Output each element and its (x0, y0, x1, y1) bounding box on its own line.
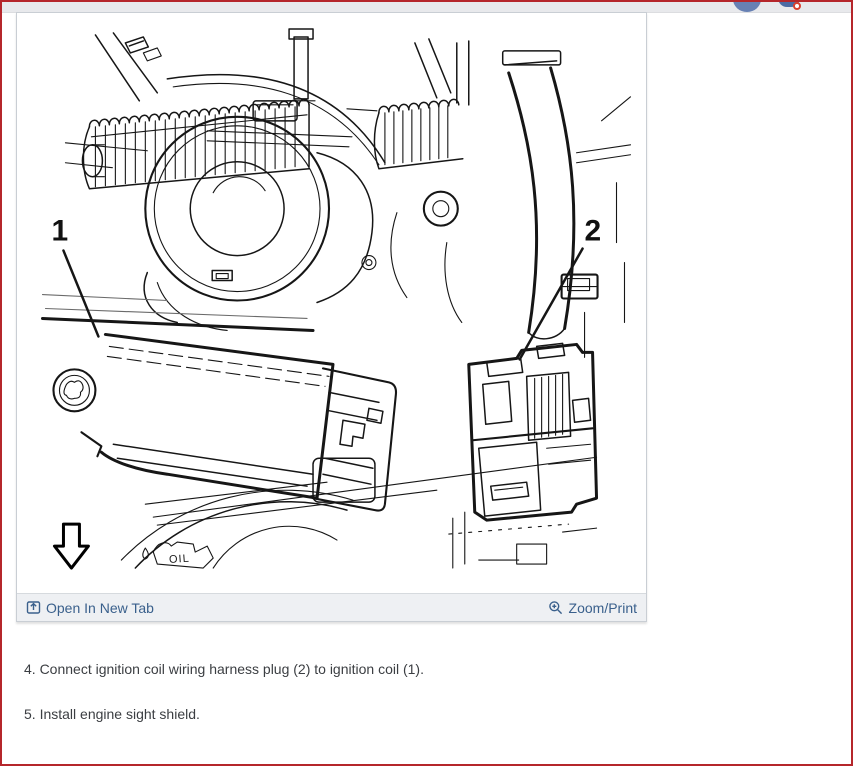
notification-badge (793, 2, 801, 10)
page: 1 2 OIL Open In New Tab Zoom/Print 4. Co… (0, 0, 853, 766)
step-4: 4. Connect ignition coil wiring harness … (24, 661, 424, 677)
engine-diagram-image: 1 2 OIL (17, 13, 646, 593)
avatar-icon[interactable] (733, 2, 761, 12)
zoom-icon (548, 600, 562, 614)
open-in-new-tab-label: Open In New Tab (46, 599, 154, 616)
zoom-print-link[interactable]: Zoom/Print (548, 600, 637, 616)
instruction-steps: 4. Connect ignition coil wiring harness … (24, 661, 814, 750)
oil-label: OIL (169, 553, 190, 566)
callout-1: 1 (51, 215, 68, 248)
figure-widget: 1 2 OIL Open In New Tab Zoom/Print (16, 12, 647, 622)
open-in-new-tab-link[interactable]: Open In New Tab (26, 600, 154, 616)
engine-diagram: 1 2 OIL (41, 28, 632, 570)
open-in-new-tab-icon (26, 601, 41, 614)
figure-toolbar: Open In New Tab Zoom/Print (17, 593, 646, 621)
zoom-print-label: Zoom/Print (568, 599, 637, 616)
step-5: 5. Install engine sight shield. (24, 705, 200, 722)
callout-2: 2 (585, 215, 602, 248)
